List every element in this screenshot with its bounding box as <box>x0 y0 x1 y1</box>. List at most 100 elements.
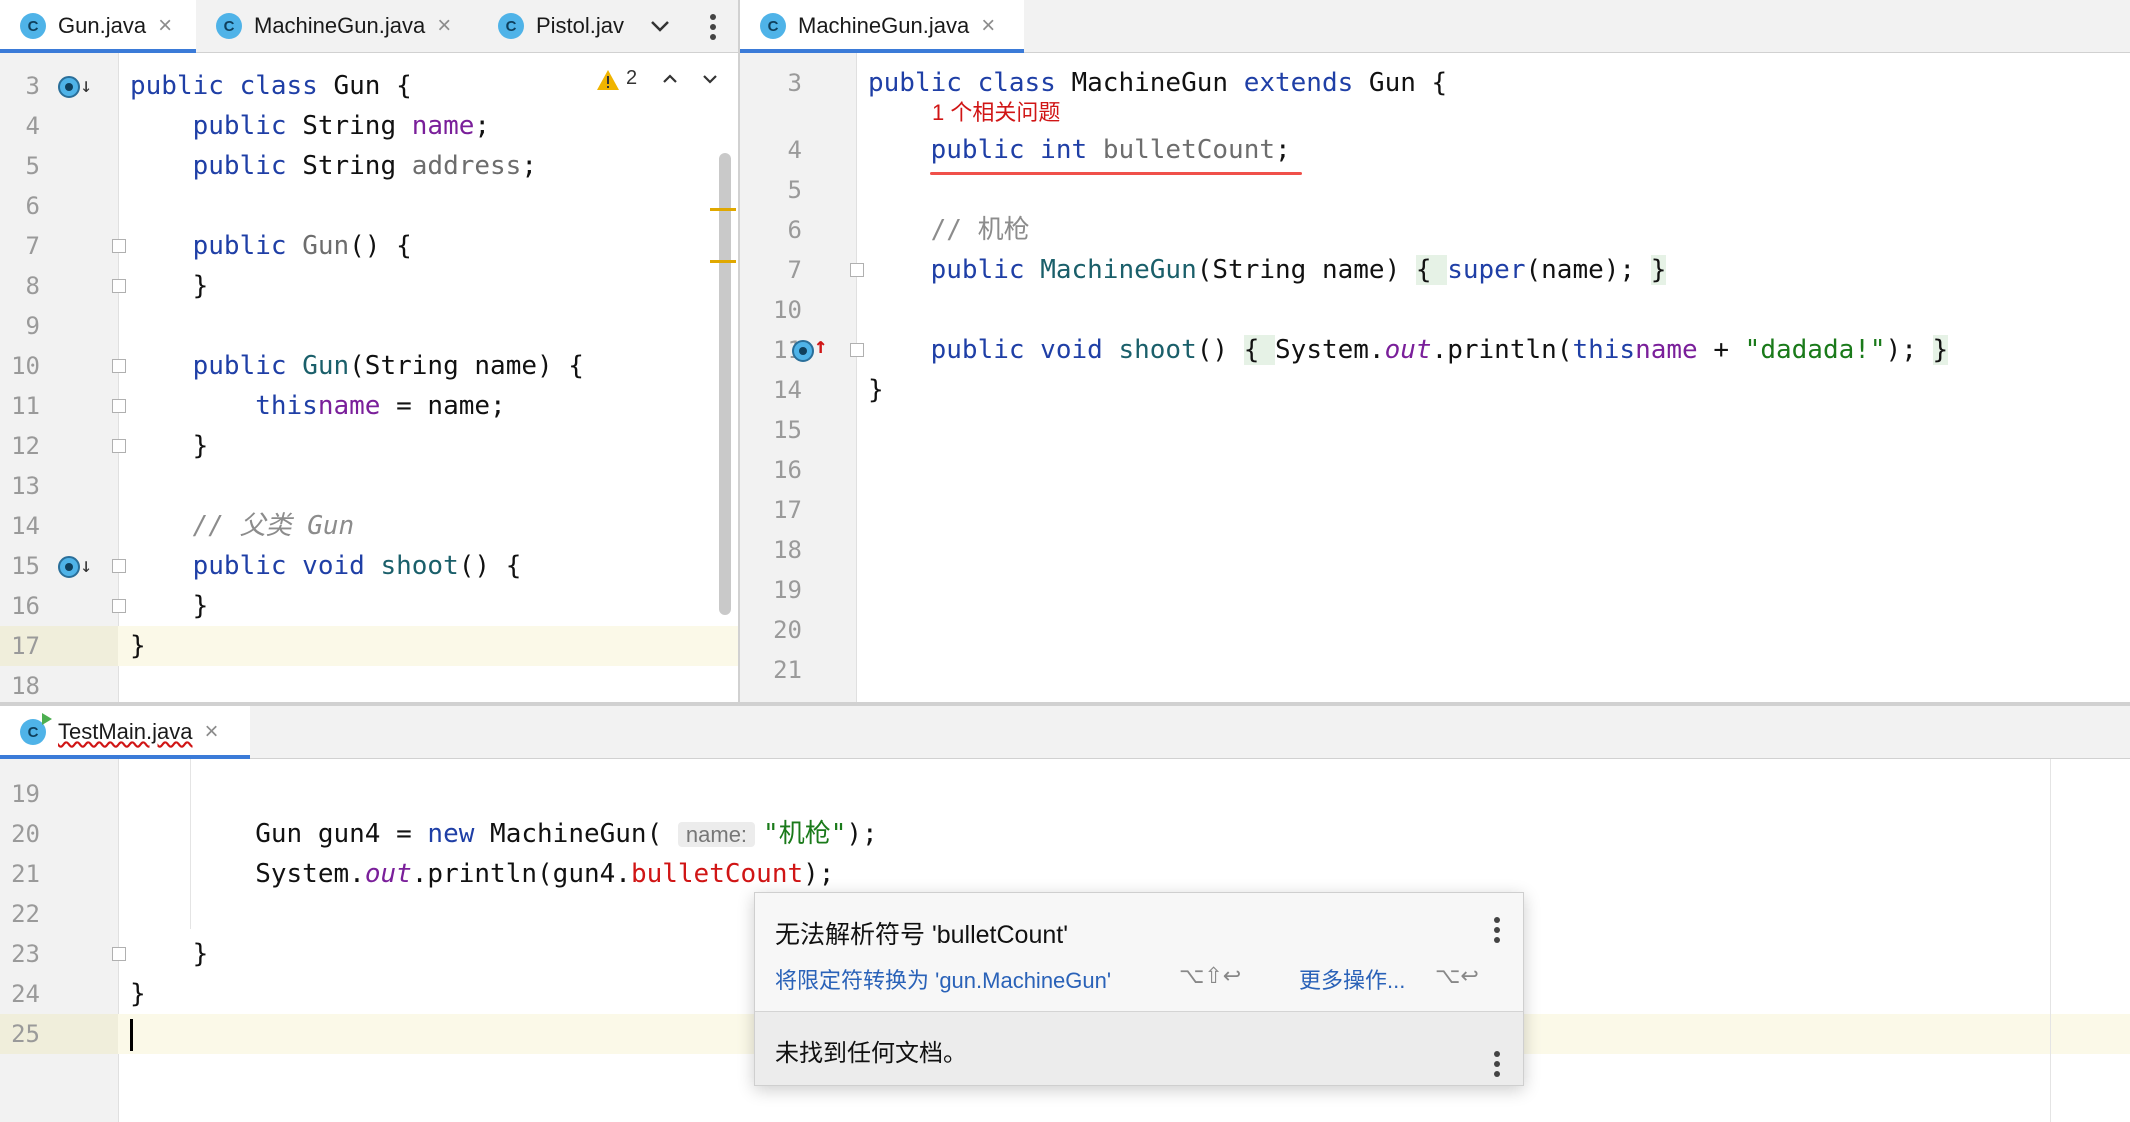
fold-icon[interactable] <box>112 399 126 413</box>
code-comment: // 机枪 <box>868 215 1030 245</box>
fold-icon[interactable] <box>112 439 126 453</box>
left-tab-bar: C Gun.java × C MachineGun.java × C Pisto… <box>0 0 738 53</box>
code-line: public Gun(String name) { <box>130 346 584 386</box>
line-number: 21 <box>11 860 40 888</box>
close-icon[interactable]: × <box>437 12 451 40</box>
line-number: 6 <box>25 192 40 220</box>
token: (String name) <box>1196 255 1416 285</box>
next-highlight-icon[interactable] <box>700 69 720 93</box>
line-number: 7 <box>787 256 802 284</box>
token: () { <box>349 231 412 261</box>
line-number: 15 <box>773 416 802 444</box>
token: (name); <box>1525 255 1651 285</box>
more-actions-shortcut: ⌥↩ <box>1435 963 1479 988</box>
chevron-down-icon[interactable] <box>648 14 672 38</box>
folded-region[interactable]: { <box>1243 335 1276 365</box>
fold-icon[interactable] <box>112 599 126 613</box>
overridden-icon[interactable] <box>58 556 80 578</box>
doc-menu-icon[interactable] <box>1494 1051 1500 1081</box>
token: public <box>130 151 303 181</box>
code-line: } <box>868 375 884 405</box>
token: this <box>1572 335 1636 365</box>
more-actions-link[interactable]: 更多操作... <box>1299 963 1405 995</box>
folded-region[interactable]: { <box>1415 255 1448 285</box>
token: name <box>411 111 475 141</box>
token: new <box>427 819 491 849</box>
quick-fix-shortcut: ⌥⇧↩ <box>1179 963 1242 988</box>
overrides-icon[interactable] <box>792 340 814 362</box>
parameter-hint: name: <box>677 822 756 847</box>
token: public class <box>868 68 1072 98</box>
folded-region[interactable]: } <box>1932 335 1949 365</box>
token: ); <box>803 859 835 889</box>
arrow-down-icon: ↓ <box>80 73 93 97</box>
related-problems-hint[interactable]: 1 个相关问题 <box>932 99 1060 127</box>
token: public void <box>130 551 381 581</box>
more-tabs-icon[interactable] <box>710 14 716 44</box>
line-number: 4 <box>787 136 802 164</box>
fold-icon[interactable] <box>112 239 126 253</box>
fold-icon[interactable] <box>850 263 864 277</box>
warning-stripe[interactable] <box>710 260 736 263</box>
code-comment: // 父类 Gun <box>130 511 355 541</box>
unresolved-symbol[interactable]: bulletCount <box>631 859 803 889</box>
folded-region[interactable]: } <box>1650 255 1667 285</box>
current-line-highlight <box>118 626 738 666</box>
vertical-scrollbar[interactable] <box>719 153 731 615</box>
tab-gun-java[interactable]: C Gun.java × <box>0 0 196 53</box>
line-number: 3 <box>787 69 802 97</box>
token: System. <box>130 859 365 889</box>
warning-stripe[interactable] <box>710 208 736 211</box>
token: Gun { <box>333 71 412 101</box>
tab-machinegun-java-right[interactable]: C MachineGun.java × <box>740 0 1024 53</box>
code-line: public void shoot() { <box>130 546 522 586</box>
token: shoot <box>380 551 459 581</box>
warning-count: 2 <box>626 67 638 89</box>
fold-icon[interactable] <box>112 947 126 961</box>
code-line: public String name; <box>130 106 490 146</box>
token: super <box>1447 255 1526 285</box>
warning-icon[interactable] <box>596 69 620 95</box>
code-line: public class MachineGun extends Gun { <box>868 63 1447 103</box>
popup-menu-icon[interactable] <box>1494 917 1500 947</box>
token: "dadada!" <box>1744 335 1886 365</box>
quick-fix-link[interactable]: 将限定符转换为 'gun.MachineGun' <box>775 963 1111 995</box>
token: name <box>317 391 381 421</box>
fold-icon[interactable] <box>112 359 126 373</box>
line-number: 19 <box>773 576 802 604</box>
token: Gun <box>302 231 350 261</box>
tab-machinegun-java[interactable]: C MachineGun.java × <box>196 0 476 52</box>
line-number: 10 <box>773 296 802 324</box>
token: ; <box>474 111 491 141</box>
class-icon: C <box>20 13 46 39</box>
close-icon[interactable]: × <box>158 12 172 40</box>
previous-highlight-icon[interactable] <box>660 69 680 93</box>
code-line: public int bulletCount; <box>868 130 1291 170</box>
editor-gun-java[interactable]: 3 4 5 6 7 8 9 10 11 12 13 14 15 16 17 18… <box>0 53 738 702</box>
implemented-icon[interactable] <box>58 76 80 98</box>
token: out <box>364 859 412 889</box>
editor-machinegun-java[interactable]: 3 4 5 6 7 10 11 14 15 16 17 18 19 20 21 … <box>740 53 2130 702</box>
right-margin <box>2050 759 2051 1122</box>
code-line: } <box>130 591 209 621</box>
tab-pistol-java[interactable]: C Pistol.jav <box>478 0 638 52</box>
fold-icon[interactable] <box>112 279 126 293</box>
code-line: } <box>130 431 209 461</box>
token: = name; <box>380 391 506 421</box>
line-number: 22 <box>11 900 40 928</box>
token: ); <box>846 819 878 849</box>
token: Gun <box>302 351 350 381</box>
documentation-message: 未找到任何文档。 <box>775 1040 967 1067</box>
token: public <box>130 111 303 141</box>
close-icon[interactable]: × <box>205 718 219 746</box>
line-number: 8 <box>25 272 40 300</box>
fold-icon[interactable] <box>112 559 126 573</box>
close-icon[interactable]: × <box>981 12 995 40</box>
tab-testmain-java[interactable]: C TestMain.java × <box>0 706 250 759</box>
token: String <box>302 111 412 141</box>
bottom-tab-bar: C TestMain.java × <box>0 706 2130 759</box>
token: () { <box>458 551 522 581</box>
fold-icon[interactable] <box>850 343 864 357</box>
error-tooltip-popup: 无法解析符号 'bulletCount' 将限定符转换为 'gun.Machin… <box>754 892 1524 1086</box>
token: .println( <box>1431 335 1573 365</box>
